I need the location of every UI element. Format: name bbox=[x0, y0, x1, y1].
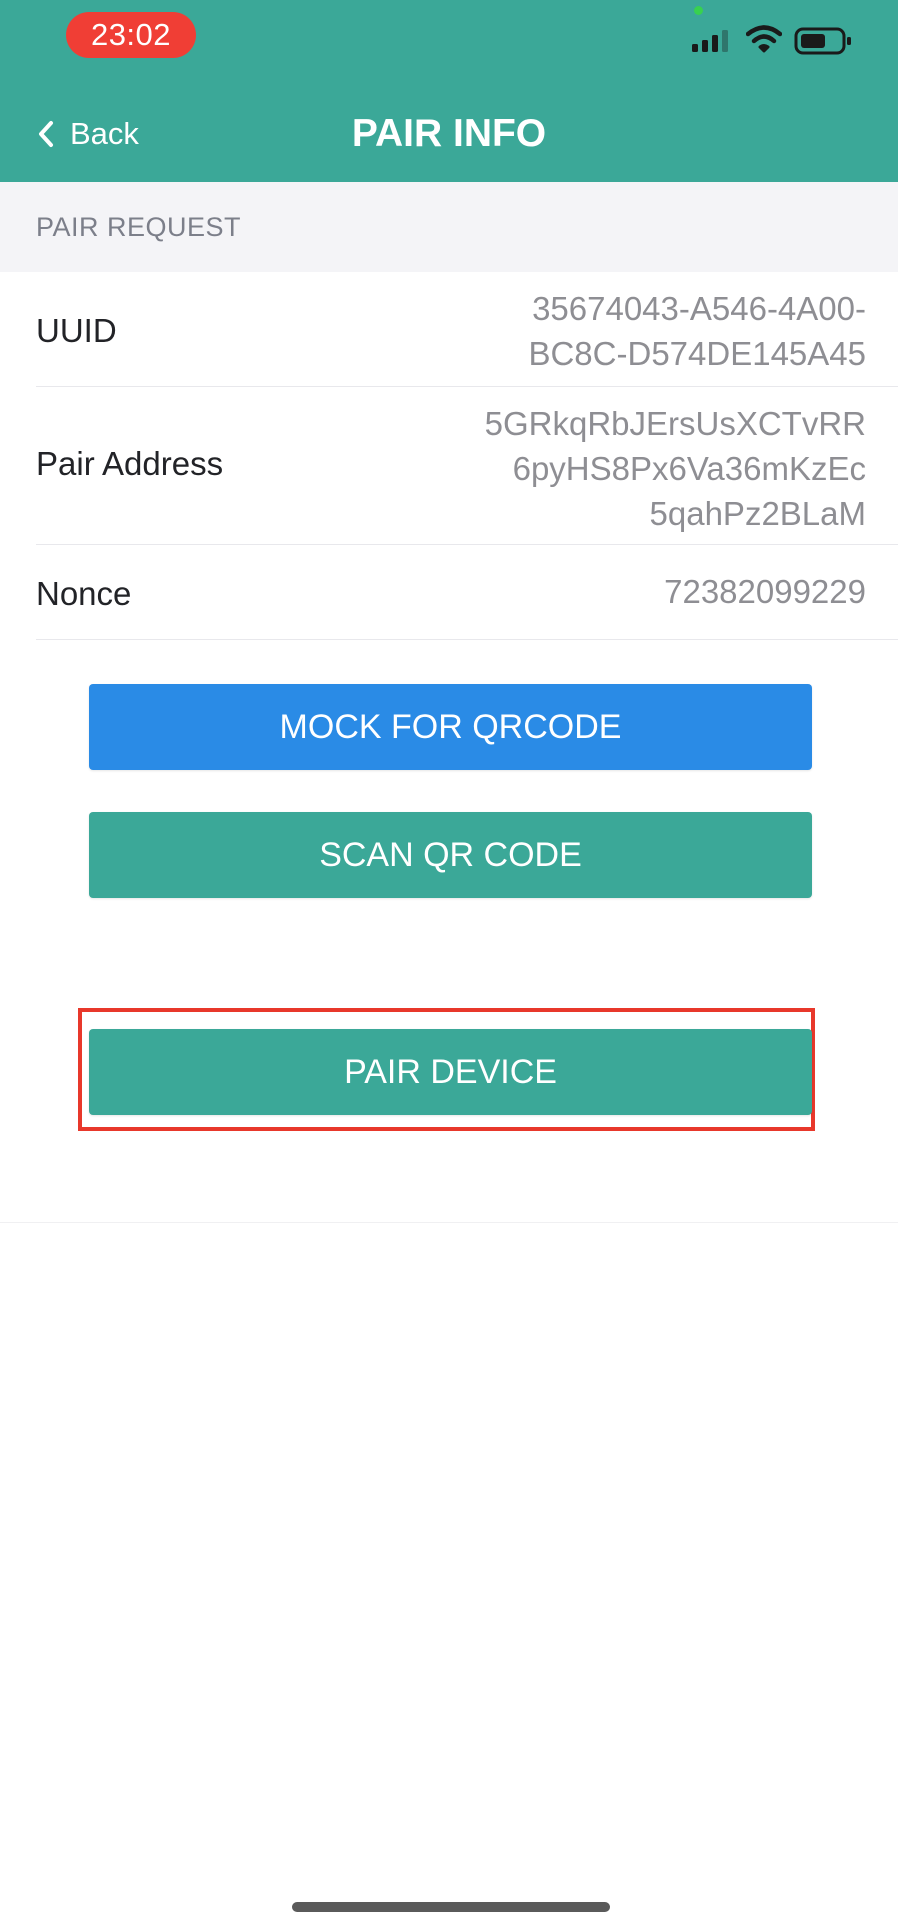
mock-for-qrcode-button[interactable]: MOCK FOR QRCODE bbox=[89, 684, 812, 770]
row-label: Nonce bbox=[36, 575, 132, 612]
row-value: 35674043-A546-4A00- BC8C-D574DE145A45 bbox=[528, 290, 866, 372]
status-time: 23:02 bbox=[66, 12, 196, 58]
camera-indicator-dot bbox=[694, 6, 703, 15]
content-divider bbox=[0, 1222, 898, 1223]
row-label: Pair Address bbox=[36, 445, 224, 482]
wifi-icon bbox=[746, 25, 782, 53]
row-label: UUID bbox=[36, 312, 117, 349]
pair-info-screen: 23:02 PAIR INFO Back PAIR REQUEST UUID 3… bbox=[0, 0, 898, 1922]
list-item-pair-address: Pair Address 5GRkqRbJErsUsXCTvRR 6pyHS8P… bbox=[36, 387, 898, 545]
cellular-signal-icon bbox=[692, 30, 728, 52]
section-header-label: PAIR REQUEST bbox=[36, 212, 242, 242]
navigation-bar: PAIR INFO Back bbox=[0, 96, 898, 176]
app-header: 23:02 PAIR INFO Back bbox=[0, 0, 898, 182]
chevron-left-icon bbox=[39, 121, 53, 147]
pair-device-button[interactable]: PAIR DEVICE bbox=[89, 1029, 812, 1115]
battery-icon bbox=[794, 27, 851, 55]
row-value: 5GRkqRbJErsUsXCTvRR 6pyHS8Px6Va36mKzEc 5… bbox=[484, 405, 866, 532]
list-item-nonce: Nonce 72382099229 bbox=[36, 545, 898, 640]
back-button[interactable]: Back bbox=[38, 106, 139, 162]
section-header: PAIR REQUEST bbox=[0, 182, 898, 272]
scan-qr-code-button[interactable]: SCAN QR CODE bbox=[89, 812, 812, 898]
list-item-uuid: UUID 35674043-A546-4A00- BC8C-D574DE145A… bbox=[36, 272, 898, 387]
home-indicator[interactable] bbox=[292, 1902, 610, 1912]
row-value: 72382099229 bbox=[664, 573, 866, 610]
status-bar: 23:02 bbox=[0, 0, 898, 70]
back-label: Back bbox=[70, 116, 139, 151]
